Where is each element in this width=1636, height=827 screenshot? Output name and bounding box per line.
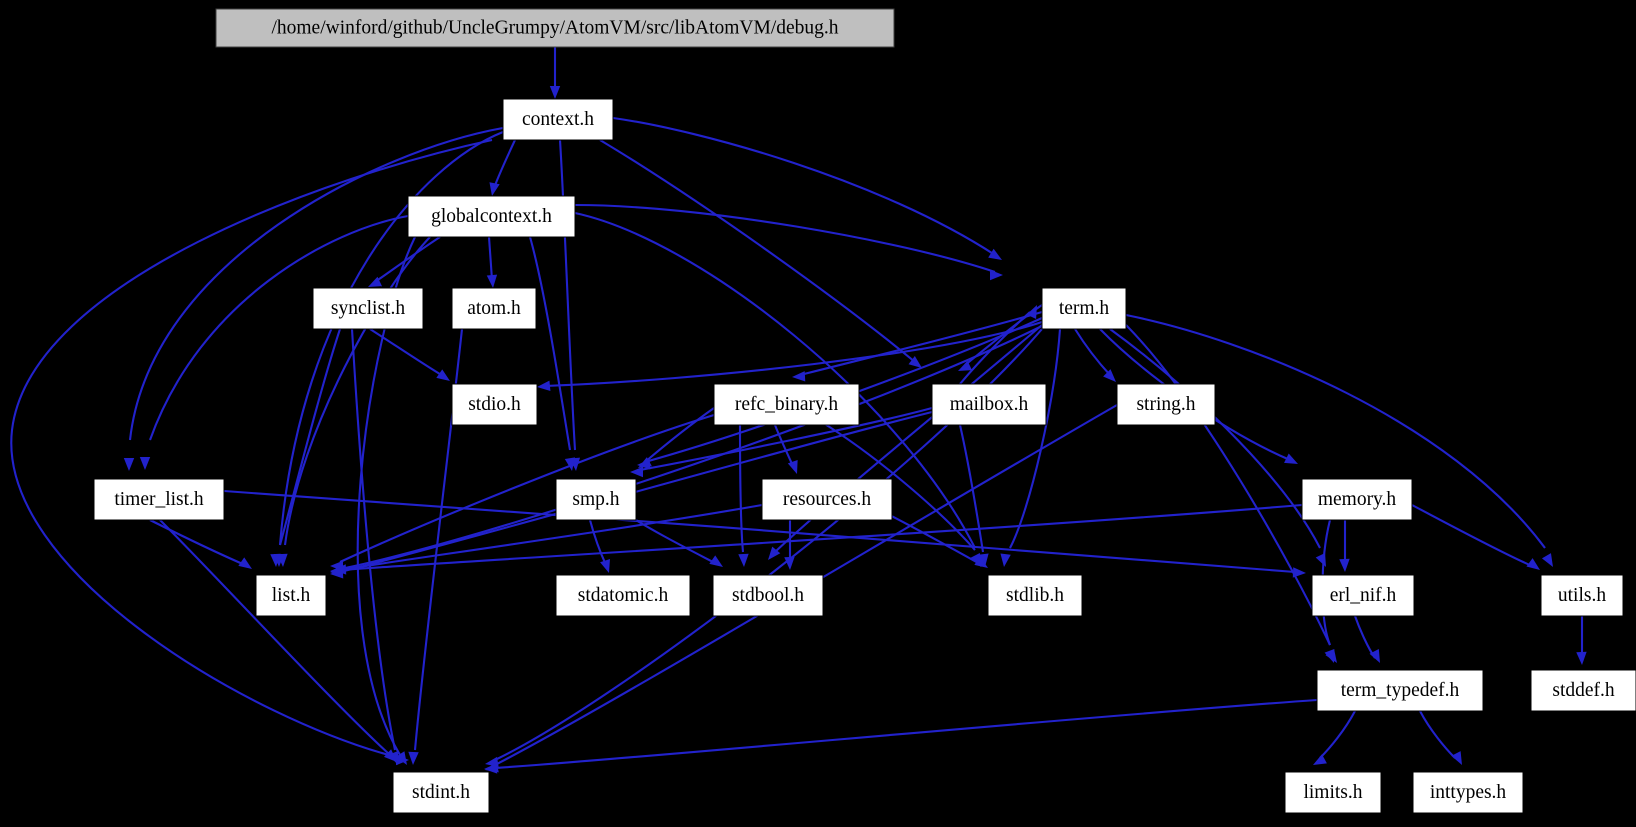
include-dependency-graph: /home/winford/github/UncleGrumpy/AtomVM/…	[0, 0, 1636, 827]
node-refc_binary[interactable]: refc_binary.h	[713, 383, 860, 426]
node-label-globalcontext: globalcontext.h	[431, 206, 552, 227]
node-label-utils: utils.h	[1558, 585, 1606, 606]
node-label-term_typedef: term_typedef.h	[1341, 680, 1460, 701]
node-stdlib[interactable]: stdlib.h	[987, 574, 1083, 617]
node-label-refc_binary: refc_binary.h	[735, 394, 838, 415]
node-term[interactable]: term.h	[1041, 287, 1127, 330]
node-label-smp: smp.h	[572, 489, 619, 510]
node-label-memory: memory.h	[1318, 489, 1397, 510]
node-timer_list[interactable]: timer_list.h	[93, 478, 225, 521]
node-string[interactable]: string.h	[1116, 383, 1216, 426]
node-label-context: context.h	[522, 109, 594, 130]
node-label-mailbox: mailbox.h	[950, 394, 1029, 415]
node-label-stdatomic: stdatomic.h	[578, 585, 669, 606]
node-list[interactable]: list.h	[255, 574, 327, 617]
node-atom[interactable]: atom.h	[451, 287, 537, 330]
node-context[interactable]: context.h	[502, 98, 614, 141]
node-label-inttypes: inttypes.h	[1430, 782, 1507, 803]
node-memory[interactable]: memory.h	[1301, 478, 1413, 521]
node-resources[interactable]: resources.h	[761, 478, 893, 521]
node-synclist[interactable]: synclist.h	[312, 287, 424, 330]
node-label-list: list.h	[272, 585, 311, 606]
node-label-root: /home/winford/github/UncleGrumpy/AtomVM/…	[271, 17, 838, 38]
node-root[interactable]: /home/winford/github/UncleGrumpy/AtomVM/…	[215, 8, 895, 48]
node-label-stdlib: stdlib.h	[1006, 585, 1064, 606]
node-label-limits: limits.h	[1303, 782, 1362, 803]
node-label-stdbool: stdbool.h	[732, 585, 804, 606]
node-term_typedef[interactable]: term_typedef.h	[1316, 669, 1484, 712]
node-globalcontext[interactable]: globalcontext.h	[407, 195, 576, 238]
node-label-synclist: synclist.h	[331, 298, 405, 319]
node-label-stdio: stdio.h	[468, 394, 521, 415]
node-label-resources: resources.h	[783, 489, 872, 510]
node-label-atom: atom.h	[467, 298, 521, 319]
node-erl_nif[interactable]: erl_nif.h	[1311, 574, 1415, 617]
node-utils[interactable]: utils.h	[1540, 574, 1624, 617]
node-limits[interactable]: limits.h	[1284, 771, 1382, 814]
node-stdint[interactable]: stdint.h	[392, 771, 490, 814]
node-mailbox[interactable]: mailbox.h	[931, 383, 1047, 426]
node-label-erl_nif: erl_nif.h	[1330, 585, 1397, 606]
node-label-string: string.h	[1136, 394, 1195, 415]
node-smp[interactable]: smp.h	[555, 478, 637, 521]
node-inttypes[interactable]: inttypes.h	[1412, 771, 1524, 814]
node-label-stddef: stddef.h	[1552, 680, 1615, 701]
node-label-stdint: stdint.h	[412, 782, 470, 803]
node-stdatomic[interactable]: stdatomic.h	[555, 574, 691, 617]
node-stdbool[interactable]: stdbool.h	[712, 574, 824, 617]
node-stdio[interactable]: stdio.h	[451, 383, 538, 426]
node-stddef[interactable]: stddef.h	[1530, 669, 1636, 712]
node-label-timer_list: timer_list.h	[114, 489, 204, 510]
node-label-term: term.h	[1059, 298, 1110, 319]
